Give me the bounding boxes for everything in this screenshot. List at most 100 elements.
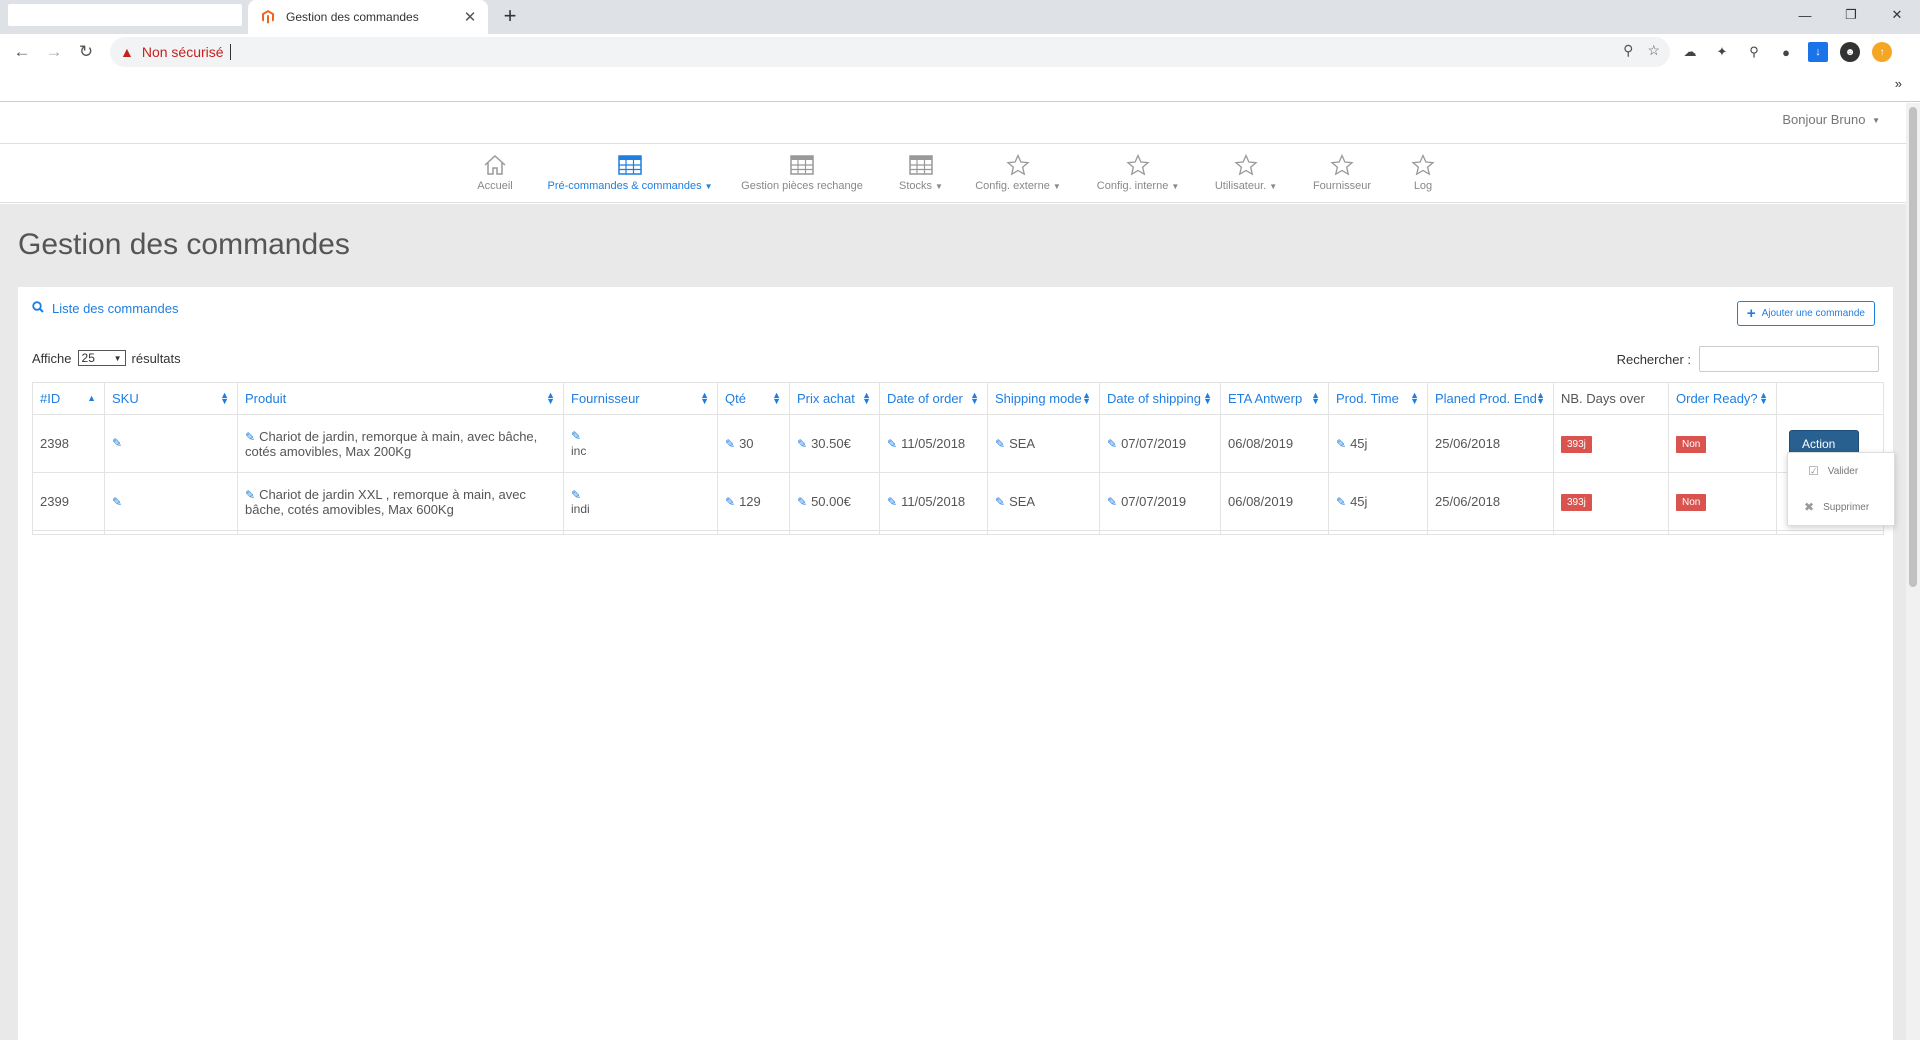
edit-icon[interactable]: ✎	[797, 437, 807, 451]
cloud-extension-icon[interactable]: ☁	[1680, 42, 1700, 62]
edit-icon[interactable]: ✎	[112, 436, 122, 450]
edit-icon[interactable]: ✎	[571, 488, 581, 502]
cell-sku[interactable]: ✎	[104, 472, 238, 531]
tab-close-icon[interactable]: ✕	[462, 8, 478, 26]
home-icon	[483, 154, 507, 176]
search-input[interactable]	[1699, 346, 1879, 372]
col-header-label: #ID	[40, 391, 61, 406]
puzzle-extension-icon[interactable]: ✦	[1712, 42, 1732, 62]
cell-fournisseur[interactable]: ✎ indi	[563, 472, 718, 531]
nav-item-utilisateur[interactable]: Utilisateur. ▼	[1212, 154, 1280, 192]
add-order-button[interactable]: + Ajouter une commande	[1736, 301, 1875, 326]
download-extension-icon[interactable]: ↓	[1808, 42, 1828, 62]
col-header-eta[interactable]: ETA Antwerp ▲ ▼	[1220, 382, 1329, 415]
length-select[interactable]: 25 ▼	[77, 350, 126, 366]
cell-produit[interactable]: ✎ Chariot de jardin, remorque à main, ave…	[237, 414, 564, 473]
star-icon	[1006, 154, 1030, 176]
circle-extension-icon[interactable]: ●	[1776, 42, 1796, 62]
caret-down-icon: ▼	[1269, 181, 1278, 191]
col-header-fournisseur[interactable]: Fournisseur ▲ ▼	[563, 382, 718, 415]
nav-item-stocks[interactable]: Stocks ▼	[896, 154, 946, 192]
forward-icon[interactable]: →	[42, 41, 66, 63]
tab-active[interactable]: Gestion des commandes ✕	[248, 0, 488, 34]
nav-item-config-externe[interactable]: Config. externe ▼	[975, 154, 1061, 192]
scrollbar-thumb[interactable]	[1909, 107, 1917, 587]
cell-fournisseur[interactable]: ✎ inc	[563, 414, 718, 473]
nav-item-config-interne[interactable]: Config. interne ▼	[1095, 154, 1181, 192]
bookmark-star-icon[interactable]: ☆	[1647, 42, 1660, 59]
col-header-id[interactable]: #ID ▲	[32, 382, 105, 415]
col-header-date-shipping[interactable]: Date of shipping ▲ ▼	[1099, 382, 1221, 415]
bookmarks-chevron-icon[interactable]: »	[1895, 76, 1902, 91]
edit-icon[interactable]: ✎	[887, 495, 897, 509]
reload-icon[interactable]: ↻	[74, 41, 98, 63]
cell-date-shipping[interactable]: ✎ 07/07/2019	[1099, 472, 1221, 531]
col-header-order-ready[interactable]: Order Ready? ▲ ▼	[1668, 382, 1777, 415]
edit-icon[interactable]: ✎	[1336, 495, 1346, 509]
edit-icon[interactable]: ✎	[887, 437, 897, 451]
edit-icon[interactable]: ✎	[995, 437, 1005, 451]
address-bar[interactable]: ▲ Non sécurisé ⚲ ☆	[110, 37, 1670, 67]
tab-blank[interactable]	[8, 4, 242, 26]
edit-icon[interactable]: ✎	[112, 495, 122, 509]
nav-item-pieces[interactable]: Gestion pièces rechange	[741, 154, 863, 192]
user-menu[interactable]: Bonjour Bruno ▼	[1782, 112, 1880, 127]
bookmarks-bar: »	[0, 70, 1920, 102]
edit-icon[interactable]: ✎	[571, 429, 581, 443]
cell-date-order[interactable]: ✎ 11/05/2018	[879, 414, 988, 473]
cell-sku[interactable]: ✎	[104, 414, 238, 473]
cell-prod-time[interactable]: ✎ 45j	[1328, 414, 1428, 473]
col-header-prod-end[interactable]: Planed Prod. End ▲ ▼	[1427, 382, 1554, 415]
search-icon	[32, 301, 44, 316]
search-extension-icon[interactable]: ⚲	[1744, 42, 1764, 62]
edit-icon[interactable]: ✎	[797, 495, 807, 509]
cell-shipping-mode[interactable]: ✎ SEA	[987, 472, 1100, 531]
content-area: Gestion des commandes Liste des commande…	[0, 204, 1906, 1040]
col-header-date-order[interactable]: Date of order ▲ ▼	[879, 382, 988, 415]
edit-icon[interactable]: ✎	[725, 437, 735, 451]
cell-date-order[interactable]: ✎ 11/05/2018	[879, 472, 988, 531]
cell-prod-time[interactable]: ✎ 45j	[1328, 472, 1428, 531]
col-header-prix-achat[interactable]: Prix achat ▲ ▼	[789, 382, 880, 415]
col-header-qte[interactable]: Qté ▲ ▼	[717, 382, 790, 415]
nav-item-log[interactable]: Log	[1408, 154, 1438, 192]
nav-item-accueil[interactable]: Accueil	[470, 154, 520, 192]
times-icon: ✖	[1804, 500, 1815, 514]
profile-avatar-icon[interactable]: ☻	[1840, 42, 1860, 62]
update-icon[interactable]: ↑	[1872, 42, 1892, 62]
edit-icon[interactable]: ✎	[995, 495, 1005, 509]
restore-icon[interactable]: ❐	[1828, 0, 1874, 30]
cell-prix-achat[interactable]: ✎ 50.00€	[789, 472, 880, 531]
menu-item-supprimer[interactable]: ✖ Supprimer	[1788, 489, 1894, 525]
cell-qte[interactable]: ✎ 30	[717, 414, 790, 473]
cell-qte[interactable]: ✎ 129	[717, 472, 790, 531]
minimize-icon[interactable]: —	[1782, 0, 1828, 30]
cell-prix-achat[interactable]: ✎ 30.50€	[789, 414, 880, 473]
edit-icon[interactable]: ✎	[1107, 437, 1117, 451]
col-header-shipping-mode[interactable]: Shipping mode ▲ ▼	[987, 382, 1100, 415]
col-header-produit[interactable]: Produit ▲ ▼	[237, 382, 564, 415]
cell-produit[interactable]: ✎ Chariot de jardin XXL , remorque à main…	[237, 472, 564, 531]
cell-shipping-mode[interactable]: ✎ SEA	[987, 414, 1100, 473]
edit-icon[interactable]: ✎	[245, 430, 255, 444]
edit-icon[interactable]: ✎	[725, 495, 735, 509]
col-header-prod-time[interactable]: Prod. Time ▲ ▼	[1328, 382, 1428, 415]
col-header-days-over: NB. Days over	[1553, 382, 1669, 415]
edit-icon[interactable]: ✎	[245, 488, 255, 502]
zoom-icon[interactable]: ⚲	[1623, 42, 1633, 59]
back-icon[interactable]: ←	[10, 41, 34, 63]
cell-empty	[879, 530, 988, 535]
nav-item-precommandes[interactable]: Pré-commandes & commandes ▼	[548, 154, 713, 192]
menu-item-valider[interactable]: ☑ Valider	[1788, 453, 1894, 489]
list-heading[interactable]: Liste des commandes	[32, 301, 178, 316]
cell-date-shipping[interactable]: ✎ 07/07/2019	[1099, 414, 1221, 473]
close-window-icon[interactable]: ✕	[1874, 0, 1920, 30]
new-tab-button[interactable]: +	[498, 5, 522, 29]
col-header-sku[interactable]: SKU ▲ ▼	[104, 382, 238, 415]
extensions-bar: ☁ ✦ ⚲ ● ↓ ☻ ↑	[1680, 42, 1892, 62]
nav-item-fournisseur[interactable]: Fournisseur	[1312, 154, 1372, 192]
page-scrollbar[interactable]	[1906, 103, 1920, 1040]
edit-icon[interactable]: ✎	[1107, 495, 1117, 509]
edit-icon[interactable]: ✎	[1336, 437, 1346, 451]
cell-eta: 06/08/2019	[1220, 472, 1329, 531]
